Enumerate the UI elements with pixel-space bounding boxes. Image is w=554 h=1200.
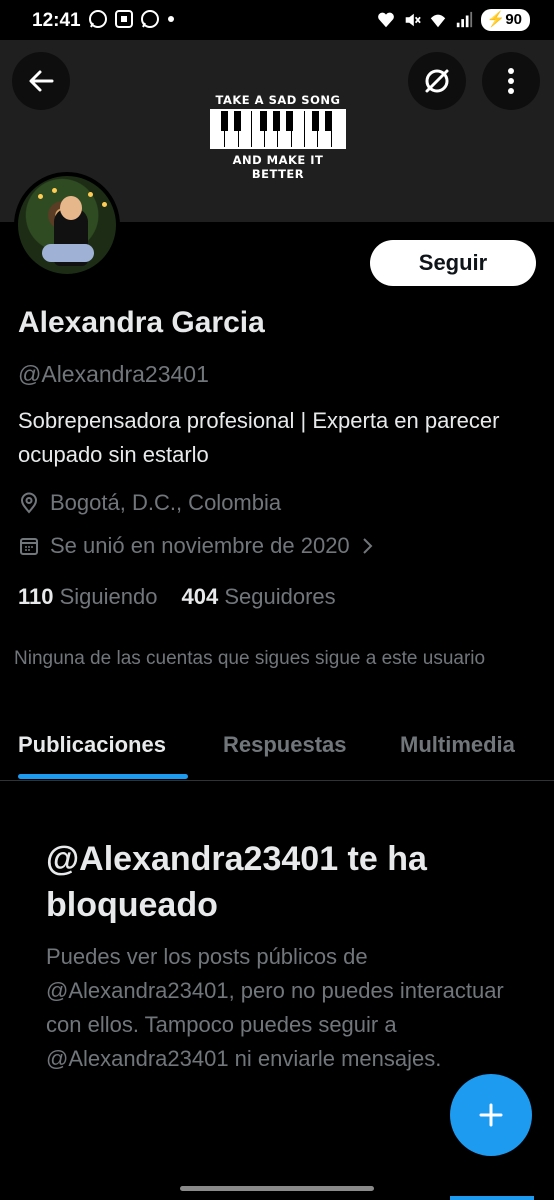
location-pin-icon — [20, 492, 38, 514]
tab-multimedia[interactable]: Multimedia — [400, 732, 515, 758]
followers-count: 404 — [181, 584, 219, 609]
heart-icon — [377, 12, 394, 28]
profile-handle: @Alexandra23401 — [18, 361, 209, 387]
following-link[interactable]: 110 Siguiendo — [18, 584, 158, 610]
follow-counts: 110 Siguiendo 404 Seguidores — [18, 584, 336, 610]
status-notification-icons — [88, 9, 176, 29]
dot-icon — [168, 16, 174, 22]
location-text: Bogotá, D.C., Colombia — [50, 490, 282, 515]
bottom-edge-accent — [450, 1196, 534, 1200]
blocked-description: Puedes ver los posts públicos de @Alexan… — [46, 944, 504, 1071]
tab-respuestas[interactable]: Respuestas — [223, 732, 347, 758]
chevron-right-icon — [362, 538, 373, 554]
home-indicator[interactable] — [180, 1186, 374, 1191]
battery-indicator: ⚡90 — [480, 9, 530, 31]
profile-joined[interactable]: Se unió en noviembre de 2020 — [18, 533, 374, 559]
compose-button[interactable] — [450, 1074, 532, 1156]
active-tab-indicator — [18, 774, 188, 779]
back-button[interactable] — [12, 52, 70, 110]
mute-icon — [405, 13, 421, 27]
grok-button[interactable] — [408, 52, 466, 110]
profile-avatar[interactable] — [14, 172, 120, 278]
profile-location: Bogotá, D.C., Colombia — [18, 490, 281, 516]
banner-text-top: TAKE A SAD SONG — [215, 93, 341, 107]
signal-icon — [456, 11, 472, 28]
calendar-icon — [20, 538, 38, 555]
following-label: Siguiendo — [59, 584, 158, 609]
more-options-button[interactable] — [482, 52, 540, 110]
following-count: 110 — [18, 584, 54, 609]
whatsapp-icon — [89, 10, 107, 28]
status-bar: 12:41 ⚡90 — [0, 0, 554, 40]
piano-keys-image — [210, 109, 346, 149]
followers-link[interactable]: 404 Seguidores — [182, 584, 336, 610]
profile-bio: Sobrepensadora profesional | Experta en … — [18, 408, 500, 467]
banner-artwork: TAKE A SAD SONG AND MAKE IT BETTER — [210, 93, 346, 181]
status-time: 12:41 — [32, 10, 81, 31]
battery-level: 90 — [505, 11, 522, 28]
follow-button[interactable]: Seguir — [370, 240, 536, 286]
grok-icon — [425, 69, 449, 93]
profile-tabs: Publicaciones Respuestas Multimedia — [0, 718, 554, 781]
tab-publicaciones[interactable]: Publicaciones — [18, 732, 166, 758]
blocked-title: @Alexandra23401 te ha bloqueado — [46, 840, 427, 924]
joined-text: Se unió en noviembre de 2020 — [50, 533, 350, 558]
status-system-icons: ⚡90 — [377, 9, 530, 31]
more-vertical-icon — [508, 68, 514, 94]
plus-icon — [479, 1103, 503, 1127]
screenshot-icon — [115, 10, 133, 28]
banner-text-bottom: AND MAKE IT BETTER — [232, 153, 324, 181]
whatsapp-icon — [141, 10, 159, 28]
followers-label: Seguidores — [224, 584, 336, 609]
mutuals-notice: Ninguna de las cuentas que sigues sigue … — [14, 648, 486, 669]
back-arrow-icon — [29, 70, 54, 92]
profile-name: Alexandra Garcia — [18, 306, 265, 339]
wifi-icon — [430, 14, 445, 28]
